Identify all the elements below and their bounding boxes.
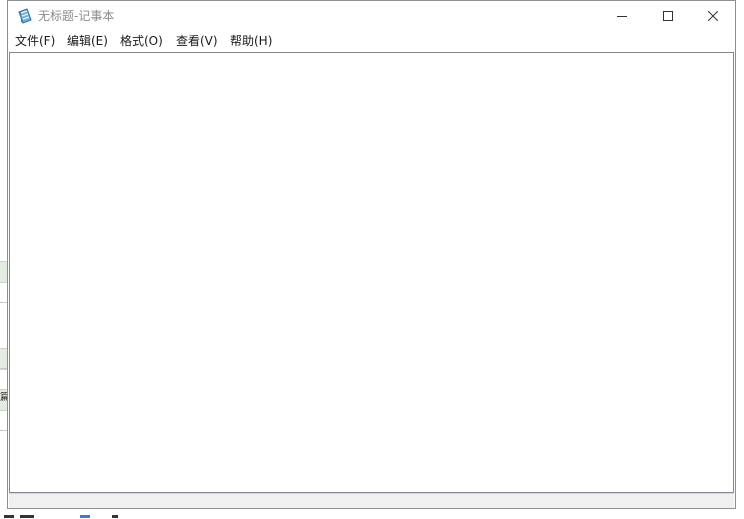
close-button[interactable]: [690, 1, 736, 31]
text-editor-area[interactable]: [9, 52, 734, 493]
menu-bar: 文件(F) 编辑(E) 格式(O) 查看(V) 帮助(H): [8, 31, 735, 51]
menu-help[interactable]: 帮助(H): [230, 33, 272, 49]
maximize-button[interactable]: [645, 1, 691, 31]
notepad-window: 无标题-记事本 文件(F) 编辑(E) 格式(O) 查看(V) 帮助(H): [7, 0, 736, 509]
minimize-button[interactable]: [599, 1, 645, 31]
menu-file[interactable]: 文件(F): [15, 33, 55, 49]
close-icon: [708, 11, 718, 21]
title-bar[interactable]: 无标题-记事本: [8, 1, 735, 31]
menu-format[interactable]: 格式(O): [120, 33, 163, 49]
background-bottom-text-fragment: [0, 511, 744, 519]
menu-view[interactable]: 查看(V): [176, 33, 218, 49]
window-title: 无标题-记事本: [38, 9, 115, 23]
minimize-icon: [617, 16, 627, 17]
maximize-icon: [663, 11, 673, 21]
menu-edit[interactable]: 编辑(E): [67, 33, 108, 49]
status-bar: [9, 493, 734, 508]
notepad-icon[interactable]: [17, 8, 33, 24]
